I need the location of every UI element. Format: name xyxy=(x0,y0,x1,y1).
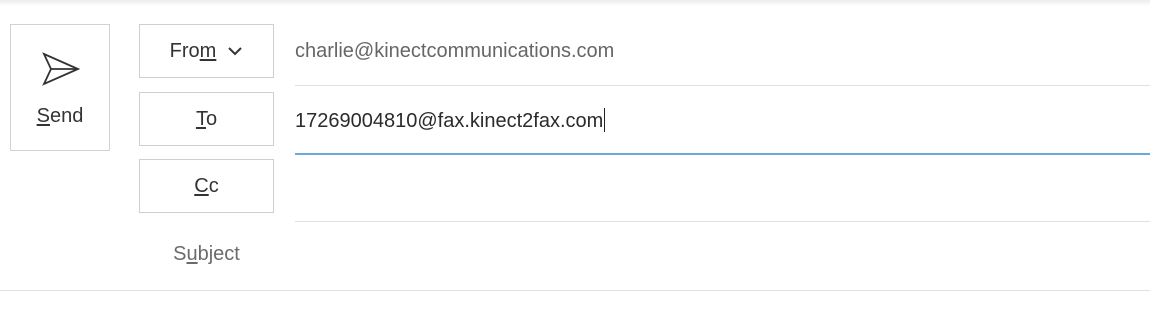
to-label: To xyxy=(195,107,218,130)
send-label: Send xyxy=(36,105,84,127)
cc-label: Cc xyxy=(194,174,219,197)
cc-divider xyxy=(295,221,1150,222)
from-divider xyxy=(295,85,1150,86)
subject-divider xyxy=(0,290,1150,291)
from-button[interactable]: From xyxy=(139,24,274,78)
subject-field[interactable] xyxy=(295,232,1150,282)
to-field-value: 17269004810@fax.kinect2fax.com xyxy=(295,110,604,132)
chevron-down-icon xyxy=(228,47,243,56)
top-shadow xyxy=(0,0,1150,6)
subject-label: Subject xyxy=(173,243,240,265)
from-address: charlie@kinectcommunications.com xyxy=(295,40,615,62)
cc-field[interactable] xyxy=(295,165,1150,215)
text-caret xyxy=(604,108,606,132)
send-button[interactable]: Send xyxy=(10,24,110,151)
from-label: From xyxy=(169,39,217,62)
to-field[interactable]: 17269004810@fax.kinect2fax.com xyxy=(295,108,606,133)
to-field-focus-underline xyxy=(295,153,1150,155)
to-button[interactable]: To xyxy=(139,92,274,146)
send-icon xyxy=(42,52,80,86)
cc-button[interactable]: Cc xyxy=(139,159,274,213)
